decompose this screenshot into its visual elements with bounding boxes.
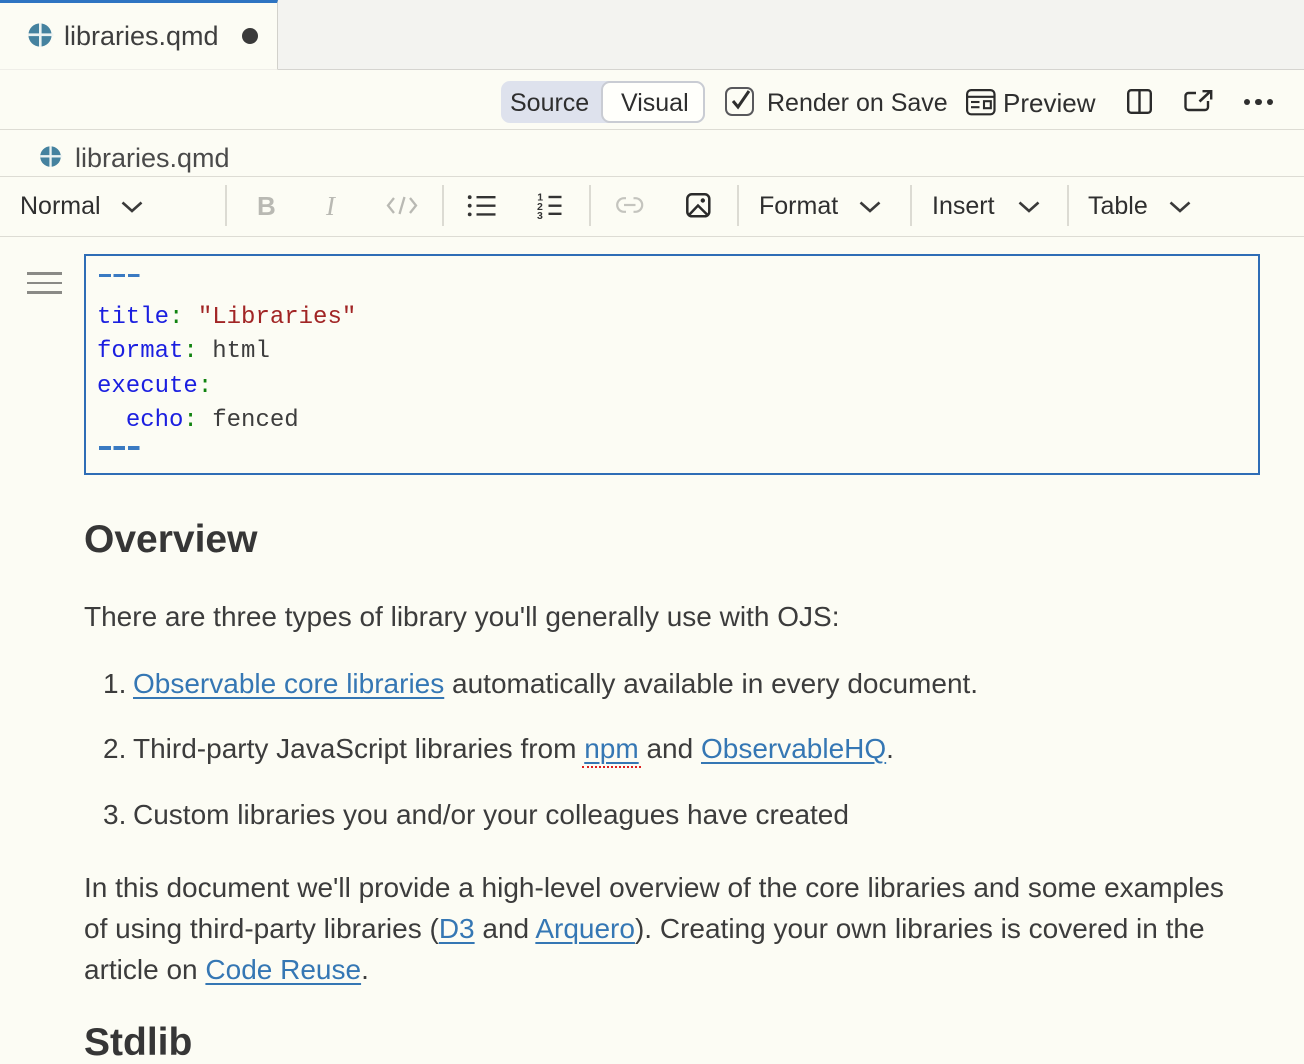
- svg-text:3: 3: [537, 210, 543, 221]
